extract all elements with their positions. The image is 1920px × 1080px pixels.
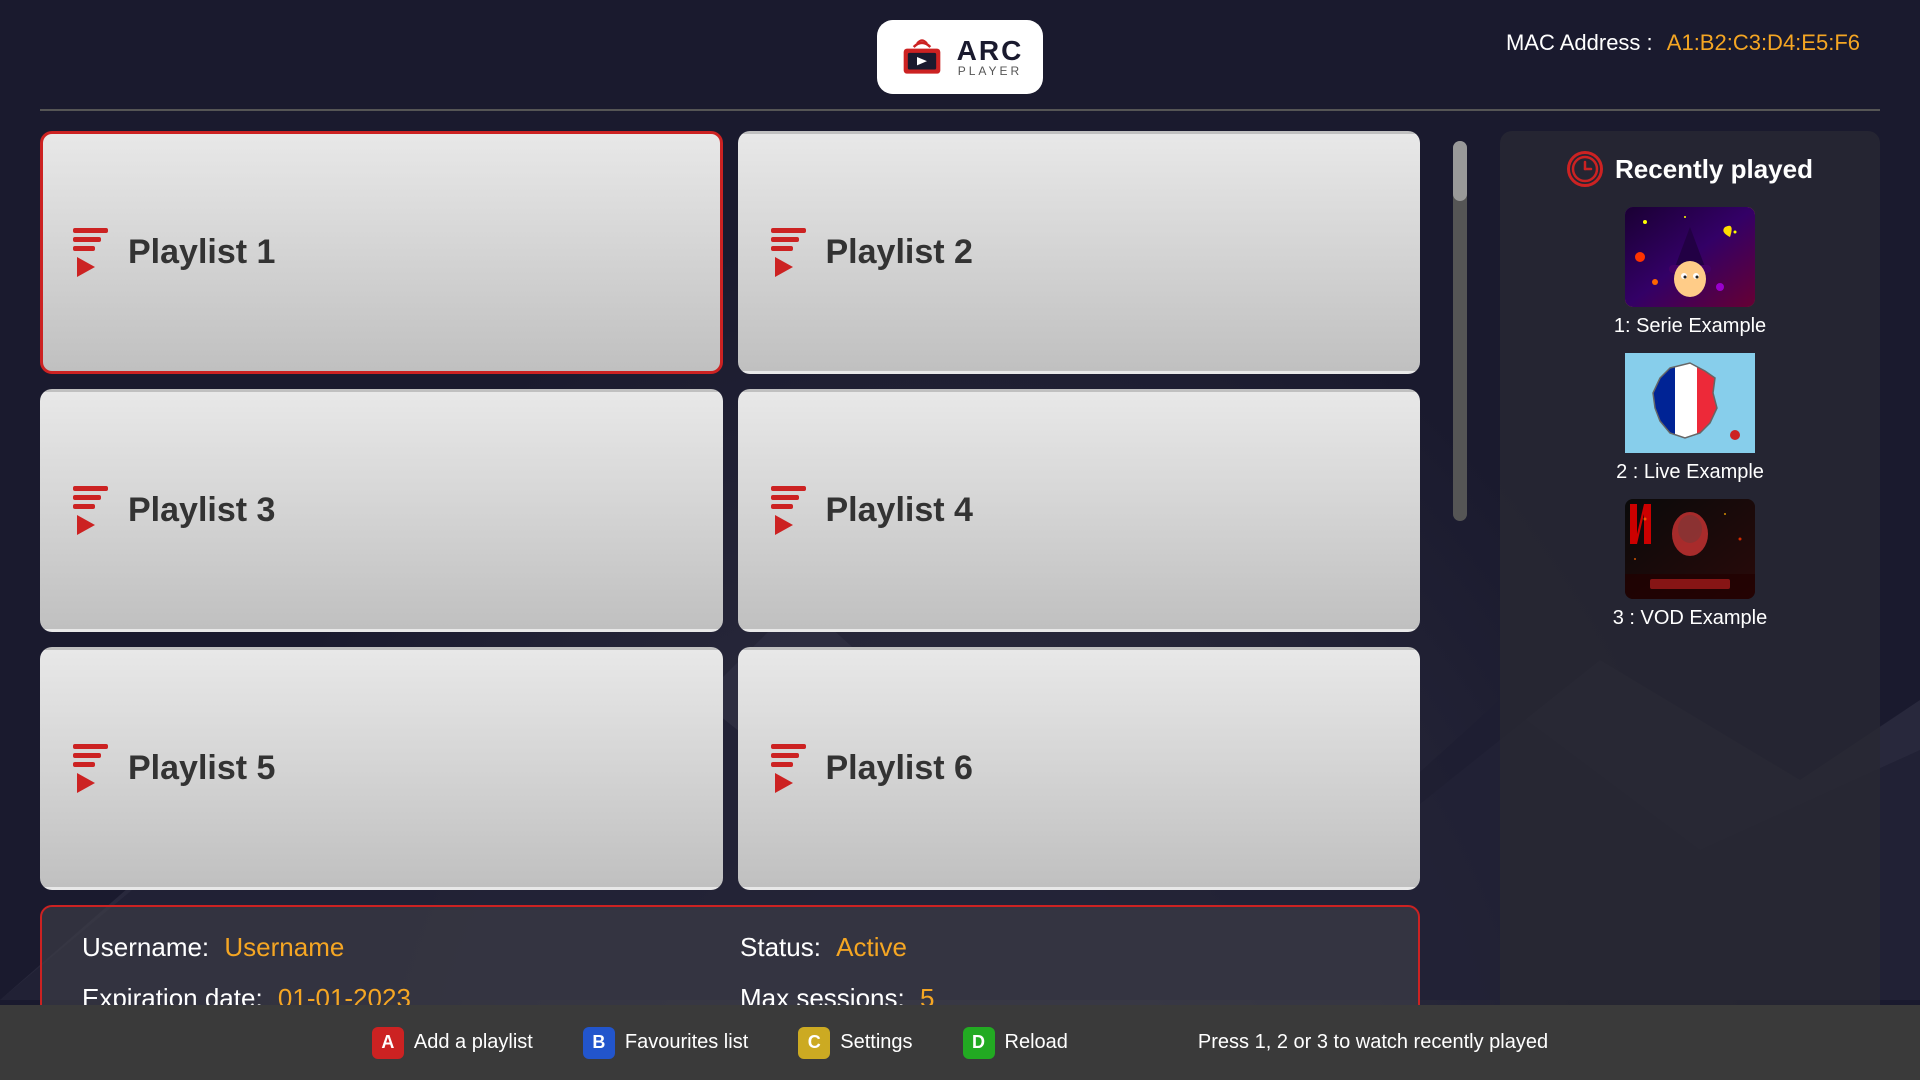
recently-thumbnail-3 [1625, 499, 1755, 599]
playlist-icon-1 [73, 228, 108, 277]
settings-button[interactable]: C Settings [798, 1027, 912, 1059]
reload-button[interactable]: D Reload [963, 1027, 1068, 1059]
playlist-icon-3 [73, 486, 108, 535]
status-value: Active [836, 932, 907, 962]
playlist-item-2[interactable]: Playlist 2 [738, 131, 1421, 374]
icon-line-3 [771, 762, 793, 767]
recently-thumbnail-1 [1625, 207, 1755, 307]
icon-line-1 [73, 486, 108, 491]
recently-label-3: 3 : VOD Example [1613, 607, 1768, 630]
play-arrow-icon [77, 257, 95, 277]
recently-thumbnail-2 [1625, 353, 1755, 453]
btn-a-badge: A [372, 1027, 404, 1059]
icon-line-2 [73, 237, 101, 242]
playlist-name-2: Playlist 2 [826, 233, 973, 272]
main-content: ARC PLAYER MAC Address : A1:B2:C3:D4:E5:… [0, 0, 1920, 1080]
playlist-icon-5 [73, 744, 108, 793]
favourites-button[interactable]: B Favourites list [583, 1027, 748, 1059]
header: ARC PLAYER MAC Address : A1:B2:C3:D4:E5:… [0, 0, 1920, 104]
playlist-name-5: Playlist 5 [128, 749, 275, 788]
icon-line-2 [771, 753, 799, 758]
scrollbar-track[interactable] [1453, 141, 1467, 521]
playlist-item-1[interactable]: Playlist 1 [40, 131, 723, 374]
mac-address-display: MAC Address : A1:B2:C3:D4:E5:F6 [1506, 30, 1860, 56]
icon-line-1 [771, 744, 806, 749]
logo-text: ARC PLAYER [957, 37, 1024, 77]
username-label: Username: [82, 932, 209, 962]
playlist-item-5[interactable]: Playlist 5 [40, 647, 723, 890]
mac-value: A1:B2:C3:D4:E5:F6 [1667, 30, 1860, 55]
logo-arc-text: ARC [957, 37, 1024, 65]
btn-d-badge: D [963, 1027, 995, 1059]
username-value: Username [224, 932, 344, 962]
favourites-label: Favourites list [625, 1031, 748, 1054]
btn-c-badge: C [798, 1027, 830, 1059]
icon-line-3 [73, 504, 95, 509]
bottom-hint-text: Press 1, 2 or 3 to watch recently played [1198, 1031, 1548, 1054]
status-label: Status: [740, 932, 821, 962]
recently-item-3[interactable]: 3 : VOD Example [1520, 499, 1860, 630]
playlist-item-3[interactable]: Playlist 3 [40, 389, 723, 632]
recently-item-1[interactable]: 1: Serie Example [1520, 207, 1860, 338]
playlist-name-6: Playlist 6 [826, 749, 973, 788]
play-arrow-icon [77, 515, 95, 535]
icon-line-2 [73, 495, 101, 500]
icon-line-2 [73, 753, 101, 758]
header-divider [40, 109, 1880, 111]
username-row: Username: Username [82, 932, 720, 963]
scrollbar-area [1450, 131, 1470, 1051]
playlist-name-1: Playlist 1 [128, 233, 275, 272]
recently-label-2: 2 : Live Example [1616, 461, 1764, 484]
playlist-grid: Playlist 1 Playlist 2 [40, 131, 1420, 890]
icon-line-3 [73, 762, 95, 767]
playlist-icon-2 [771, 228, 806, 277]
icon-line-3 [771, 246, 793, 251]
icon-line-3 [73, 246, 95, 251]
settings-label: Settings [840, 1031, 912, 1054]
icon-line-1 [771, 228, 806, 233]
icon-line-1 [73, 228, 108, 233]
reload-label: Reload [1005, 1031, 1068, 1054]
left-area: Playlist 1 Playlist 2 [40, 131, 1420, 1051]
recently-played-header: Recently played [1567, 151, 1813, 187]
main-layout: Playlist 1 Playlist 2 [0, 131, 1920, 1051]
clock-icon [1567, 151, 1603, 187]
icon-line-3 [771, 504, 793, 509]
icon-line-2 [771, 495, 799, 500]
scrollbar-thumb[interactable] [1453, 141, 1467, 201]
icon-line-2 [771, 237, 799, 242]
recently-item-2[interactable]: 2 : Live Example [1520, 353, 1860, 484]
mac-label: MAC Address : [1506, 30, 1653, 55]
logo-box: ARC PLAYER [877, 20, 1044, 94]
playlist-icon-4 [771, 486, 806, 535]
playlist-item-6[interactable]: Playlist 6 [738, 647, 1421, 890]
icon-line-1 [771, 486, 806, 491]
play-arrow-icon [775, 515, 793, 535]
play-arrow-icon [775, 257, 793, 277]
playlist-name-4: Playlist 4 [826, 491, 973, 530]
playlist-name-3: Playlist 3 [128, 491, 275, 530]
bottom-bar: A Add a playlist B Favourites list C Set… [0, 1005, 1920, 1080]
recently-label-1: 1: Serie Example [1614, 315, 1766, 338]
add-playlist-button[interactable]: A Add a playlist [372, 1027, 533, 1059]
btn-b-badge: B [583, 1027, 615, 1059]
recently-played-title: Recently played [1615, 154, 1813, 185]
icon-line-1 [73, 744, 108, 749]
playlist-item-4[interactable]: Playlist 4 [738, 389, 1421, 632]
status-row: Status: Active [740, 932, 1378, 963]
add-playlist-label: Add a playlist [414, 1031, 533, 1054]
arc-logo-icon [897, 32, 947, 82]
playlist-icon-6 [771, 744, 806, 793]
recently-played-panel: Recently played [1500, 131, 1880, 1041]
logo-player-text: PLAYER [957, 65, 1024, 77]
logo-container: ARC PLAYER [877, 20, 1044, 94]
play-arrow-icon [775, 773, 793, 793]
play-arrow-icon [77, 773, 95, 793]
